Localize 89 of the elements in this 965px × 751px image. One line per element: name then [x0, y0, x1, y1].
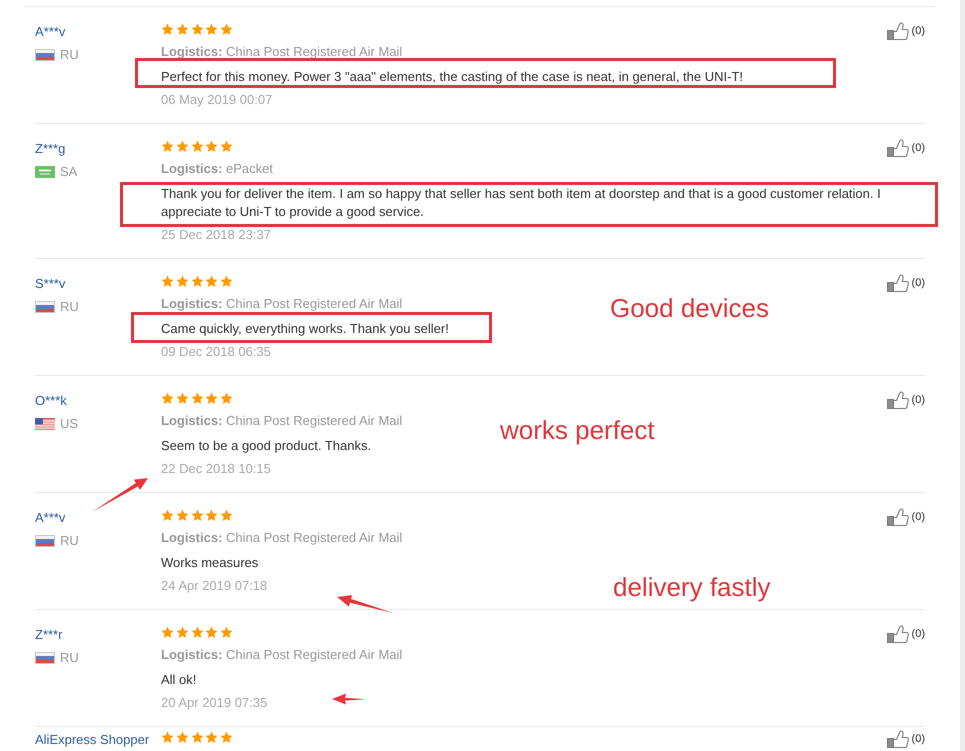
star-icon: [161, 22, 174, 36]
logistics-text: Logistics: China Post Registered Air Mail: [161, 295, 402, 313]
star-icon: [190, 22, 204, 36]
star-icon: [220, 626, 233, 638]
star-icon: [176, 626, 189, 638]
like-button[interactable]: (0): [886, 730, 925, 748]
thumbs-up-icon: [886, 625, 909, 643]
star-icon: [190, 626, 204, 638]
country-code: US: [60, 415, 78, 433]
star-icon: [161, 274, 174, 288]
reviewer-link[interactable]: S***v: [35, 275, 66, 293]
russian-flag-icon: [35, 535, 55, 547]
like-button[interactable]: (0): [886, 391, 925, 409]
logistics-text: Logistics: China Post Registered Air Mail: [161, 529, 402, 547]
star-icon: [176, 508, 189, 522]
star-icon: [190, 508, 204, 522]
like-button[interactable]: (0): [886, 274, 925, 292]
like-button[interactable]: (0): [886, 22, 925, 40]
star-icon: [190, 140, 204, 152]
reviewer-link[interactable]: Z***r: [35, 626, 62, 644]
star-icon: [220, 508, 233, 522]
us-flag-icon: [35, 418, 55, 430]
thumbs-up-icon: [886, 274, 909, 292]
star-icon: [161, 392, 174, 404]
russian-flag-icon: [35, 301, 55, 313]
reviewer-link[interactable]: A***v: [35, 23, 66, 41]
thumbs-up-icon: [886, 508, 909, 526]
review-text: Thank you for deliver the item. I am so happy that seller has sent both item at doorstep and that is a good customer relation. I appreciate to Uni-T to provide a good service.: [161, 185, 882, 221]
star-icon: [176, 274, 189, 288]
star-icon: [205, 508, 218, 522]
country-code: SA: [60, 163, 78, 181]
star-icon: [220, 140, 233, 152]
star-icon: [161, 626, 174, 638]
logistics-text: Logistics: China Post Registered Air Mail: [161, 412, 402, 430]
star-icon: [190, 392, 204, 404]
review-date: 25 Dec 2018 23:37: [161, 226, 271, 244]
star-icon: [205, 274, 218, 288]
country-code: RU: [60, 298, 79, 316]
star-icon: [205, 730, 218, 744]
star-icon: [220, 392, 233, 404]
annotation-text: works perfect: [500, 415, 655, 445]
thumbs-up-icon: [886, 139, 909, 157]
star-icon: [220, 274, 233, 288]
star-icon: [161, 730, 174, 744]
star-icon: [161, 508, 174, 522]
country-code: RU: [60, 532, 79, 550]
saudi-flag-icon: [35, 166, 55, 178]
star-icon: [190, 730, 204, 744]
annotation-text: delivery fastly: [613, 572, 770, 602]
russian-flag-icon: [35, 49, 55, 61]
thumbs-up-icon: [886, 22, 909, 40]
reviewer-link[interactable]: O***k: [35, 392, 67, 410]
country-code: RU: [60, 46, 79, 64]
star-icon: [220, 730, 233, 744]
review-text: All ok!: [161, 671, 196, 689]
star-icon: [205, 392, 218, 404]
star-icon: [205, 626, 218, 638]
review-text: Works measures: [161, 554, 258, 572]
reviewer-link[interactable]: A***v: [35, 509, 66, 527]
star-icon: [176, 392, 189, 404]
annotation-text: Good devices: [610, 293, 769, 323]
star-icon: [176, 22, 189, 36]
like-button[interactable]: (0): [886, 508, 925, 526]
russian-flag-icon: [35, 652, 55, 664]
thumbs-up-icon: [886, 730, 909, 748]
thumbs-up-icon: [886, 391, 909, 409]
star-icon: [176, 730, 189, 744]
review-date: 24 Apr 2019 07:18: [161, 577, 268, 595]
star-icon: [190, 274, 204, 288]
review-text: Seem to be a good product. Thanks.: [161, 437, 372, 455]
country-code: RU: [60, 649, 79, 667]
review-text: Came quickly, everything works. Thank you seller!: [161, 320, 449, 338]
review-date: 22 Dec 2018 10:15: [161, 460, 271, 478]
reviewer-link[interactable]: Z***g: [35, 140, 66, 158]
star-icon: [176, 140, 189, 152]
review-date: 06 May 2019 00:07: [161, 91, 272, 109]
like-button[interactable]: (0): [886, 139, 925, 157]
reviewer-link[interactable]: AliExpress Shopper: [35, 731, 150, 749]
review-date: 09 Dec 2018 06:35: [161, 343, 271, 361]
star-icon: [220, 22, 233, 36]
review-date: 20 Apr 2019 07:35: [161, 694, 268, 712]
review-text: Perfect for this money. Power 3 "aaa" elements, the casting of the case is neat, in general, the UNI-T!: [161, 68, 743, 86]
star-icon: [161, 140, 174, 152]
star-icon: [205, 140, 218, 152]
logistics-text: Logistics: China Post Registered Air Mail: [161, 646, 402, 664]
star-icon: [205, 22, 218, 36]
logistics-text: Logistics: China Post Registered Air Mail: [161, 43, 402, 61]
like-button[interactable]: (0): [886, 625, 925, 643]
logistics-text: Logistics: ePacket: [161, 160, 273, 178]
